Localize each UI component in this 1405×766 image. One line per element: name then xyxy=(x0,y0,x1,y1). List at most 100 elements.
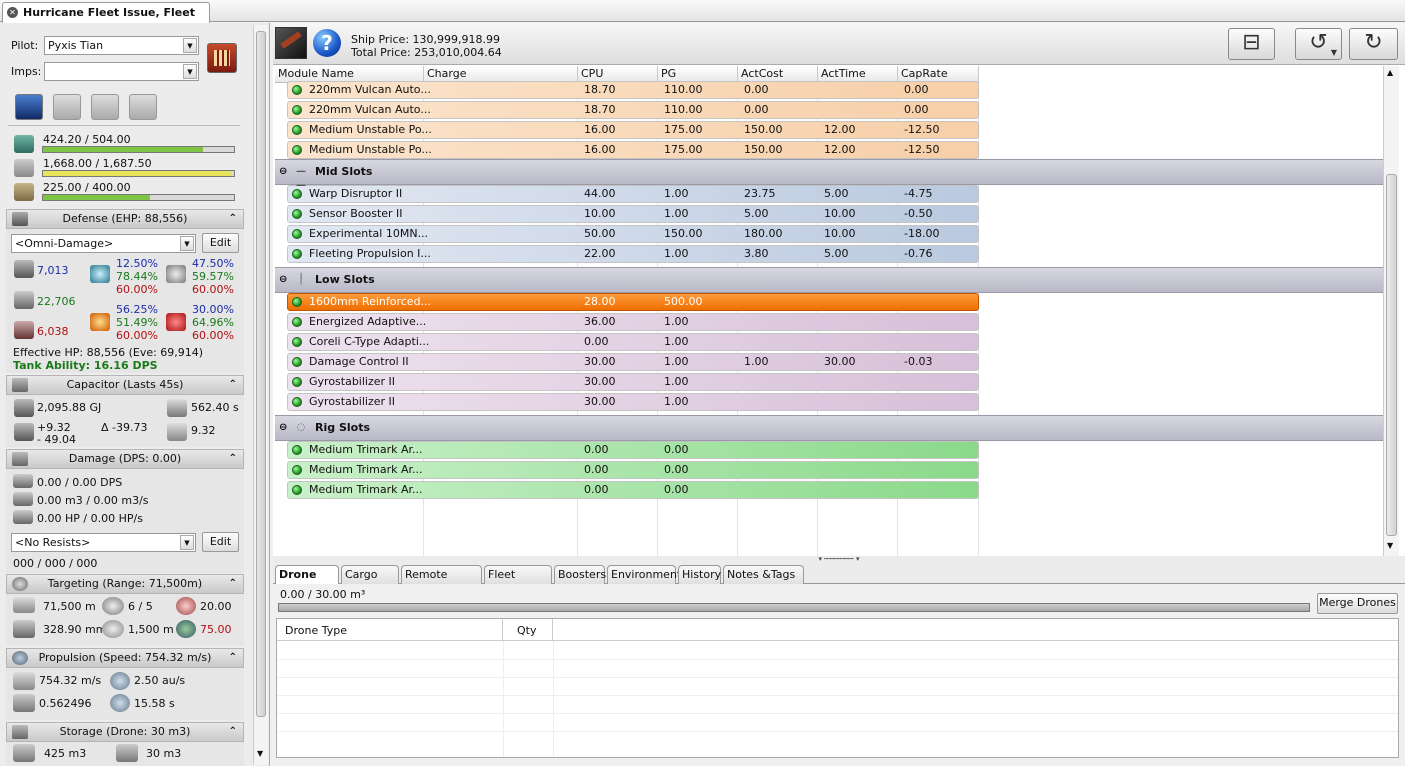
tab-boosters[interactable]: Boosters xyxy=(554,565,606,584)
tab-environment[interactable]: Environment xyxy=(607,565,681,584)
module-state-icon[interactable] xyxy=(292,337,302,347)
armor-hp-icon xyxy=(14,291,34,309)
damage-stats-icon[interactable] xyxy=(91,94,119,120)
fit-tab[interactable]: ✕ Hurricane Fleet Issue, Fleet Cane xyxy=(2,2,210,38)
tab-cargo-bay[interactable]: Cargo Bay xyxy=(341,565,399,598)
ship-icon[interactable] xyxy=(275,27,307,59)
module-pg: 1.00 xyxy=(664,335,689,348)
module-state-icon[interactable] xyxy=(292,445,302,455)
module-row[interactable]: Coreli C-Type Adapti... 0.00 1.00 xyxy=(287,333,979,351)
scroll-up-icon[interactable]: ▲ xyxy=(1387,68,1393,77)
scroll-down-icon[interactable]: ▼ xyxy=(1387,541,1393,550)
module-row[interactable]: Energized Adaptive... 36.00 1.00 xyxy=(287,313,979,331)
collapse-icon[interactable]: ⌃ xyxy=(229,575,237,593)
module-row[interactable]: Medium Trimark Ar... 0.00 0.00 xyxy=(287,461,979,479)
close-tab-icon[interactable]: ✕ xyxy=(7,7,18,18)
scrollbar-thumb[interactable] xyxy=(1386,174,1397,536)
module-state-icon[interactable] xyxy=(292,209,302,219)
tab-notes-tags[interactable]: Notes &Tags xyxy=(723,565,804,584)
module-row[interactable]: Warp Disruptor II 44.00 1.00 23.75 5.00 -4.75 xyxy=(287,185,979,203)
edit-damage-profile-button[interactable]: Edit xyxy=(202,233,239,253)
collapse-icon[interactable]: ⌃ xyxy=(229,450,237,468)
module-state-icon[interactable] xyxy=(292,317,302,327)
module-state-icon[interactable] xyxy=(292,85,302,95)
capacitor-section-header[interactable]: Capacitor (Lasts 45s) ⌃ xyxy=(6,375,244,395)
module-state-icon[interactable] xyxy=(292,105,302,115)
redo-icon: ↻ xyxy=(1364,30,1383,55)
rig-slots-rack[interactable]: ⊖ ◌ Rig Slots xyxy=(275,415,1383,441)
collapse-icon[interactable]: ⌃ xyxy=(229,376,237,394)
tab-history[interactable]: History xyxy=(678,565,721,584)
module-row[interactable]: Damage Control II 30.00 1.00 1.00 30.00 -0.03 xyxy=(287,353,979,371)
ship-stats-icon[interactable] xyxy=(53,94,81,120)
module-row[interactable]: Experimental 10MN... 50.00 150.00 180.00 10.… xyxy=(287,225,979,243)
module-row[interactable]: Sensor Booster II 10.00 1.00 5.00 10.00 -0.50 xyxy=(287,205,979,223)
low-slots-rack[interactable]: ⊖ │ Low Slots xyxy=(275,267,1383,293)
module-time: 12.00 xyxy=(824,143,856,156)
module-row[interactable]: 1600mm Reinforced... 28.00 500.00 xyxy=(287,293,979,311)
storage-section-header[interactable]: Storage (Drone: 30 m3) ⌃ xyxy=(6,722,244,742)
module-pg: 175.00 xyxy=(664,143,703,156)
mid-slots-rack[interactable]: ⊖ — — Mid Slots xyxy=(275,159,1383,191)
collapse-icon[interactable]: ⊖ xyxy=(279,416,287,440)
toggle-view-button[interactable]: ⊟ xyxy=(1228,28,1275,60)
character-editor-icon[interactable] xyxy=(207,43,237,73)
module-row[interactable]: Gyrostabilizer II 30.00 1.00 xyxy=(287,393,979,411)
merge-drones-button[interactable]: Merge Drones xyxy=(1317,593,1398,614)
scroll-down-icon[interactable]: ▼ xyxy=(257,749,263,758)
undo-button[interactable]: ↺ ▼ xyxy=(1295,28,1342,60)
row-line xyxy=(277,677,1398,678)
targeting-section-header[interactable]: Targeting (Range: 71,500m) ⌃ xyxy=(6,574,244,594)
module-row[interactable]: Medium Unstable Po... 16.00 175.00 150.00 12… xyxy=(287,121,979,139)
module-state-icon[interactable] xyxy=(292,125,302,135)
module-state-icon[interactable] xyxy=(292,297,302,307)
collapse-icon[interactable]: ⊖ xyxy=(279,160,287,184)
module-state-icon[interactable] xyxy=(292,249,302,259)
modules-scrollbar[interactable]: ▲ ▼ xyxy=(1383,66,1399,556)
tab-remote-effects[interactable]: Remote Effects xyxy=(401,565,482,598)
redo-button[interactable]: ↻ xyxy=(1349,28,1398,60)
panel-splitter[interactable]: ▾ ┅┅┅┅┅┅┅ ▾ xyxy=(273,556,1405,564)
help-icon[interactable]: ? xyxy=(313,29,341,57)
implants-select[interactable]: ▼ xyxy=(44,62,199,81)
collapse-icon[interactable]: ⌃ xyxy=(229,723,237,741)
module-row[interactable]: Medium Unstable Po... 16.00 175.00 150.00 12… xyxy=(287,141,979,159)
damage-section-header[interactable]: Damage (DPS: 0.00) ⌃ xyxy=(6,449,244,469)
module-row[interactable]: Medium Trimark Ar... 0.00 0.00 xyxy=(287,481,979,499)
pilot-stats-icon[interactable] xyxy=(15,94,43,120)
capacitor-stats-icon[interactable] xyxy=(129,94,157,120)
module-cpu: 0.00 xyxy=(584,483,609,496)
module-row[interactable]: Gyrostabilizer II 30.00 1.00 xyxy=(287,373,979,391)
module-cpu: 18.70 xyxy=(584,103,616,116)
storage-icon xyxy=(12,725,28,739)
module-name: Medium Trimark Ar... xyxy=(309,463,423,476)
pilot-select[interactable]: Pyxis Tian ▼ xyxy=(44,36,199,55)
module-state-icon[interactable] xyxy=(292,145,302,155)
tab-drone-bay[interactable]: Drone Bay xyxy=(275,565,339,598)
col-drone-qty[interactable]: Qty xyxy=(503,619,553,641)
collapse-icon[interactable]: ⌃ xyxy=(229,649,237,667)
module-cpu: 18.70 xyxy=(584,83,616,96)
module-row[interactable]: Fleeting Propulsion I... 22.00 1.00 3.80 5.0… xyxy=(287,245,979,263)
damage-profile-select[interactable]: <Omni-Damage> ▼ xyxy=(11,234,196,253)
module-row[interactable]: 220mm Vulcan Auto... 18.70 110.00 0.00 0.00 xyxy=(287,101,979,119)
module-state-icon[interactable] xyxy=(292,229,302,239)
propulsion-section-header[interactable]: Propulsion (Speed: 754.32 m/s) ⌃ xyxy=(6,648,244,668)
tab-fleet-effects[interactable]: Fleet Effects xyxy=(484,565,552,598)
col-drone-type[interactable]: Drone Type xyxy=(277,619,503,641)
defense-section-header[interactable]: Defense (EHP: 88,556) ⌃ xyxy=(6,209,244,229)
module-state-icon[interactable] xyxy=(292,397,302,407)
module-state-icon[interactable] xyxy=(292,465,302,475)
target-resists-select[interactable]: <No Resists> ▼ xyxy=(11,533,196,552)
stats-scrollbar[interactable]: ▼ xyxy=(253,25,268,765)
module-state-icon[interactable] xyxy=(292,377,302,387)
module-state-icon[interactable] xyxy=(292,485,302,495)
module-state-icon[interactable] xyxy=(292,357,302,367)
scrollbar-thumb[interactable] xyxy=(256,31,266,717)
chevron-down-icon: ▼ xyxy=(1330,48,1337,57)
module-row[interactable]: Medium Trimark Ar... 0.00 0.00 xyxy=(287,441,979,459)
collapse-icon[interactable]: ⌃ xyxy=(229,210,237,228)
module-row[interactable]: 220mm Vulcan Auto... 18.70 110.00 0.00 0.00 xyxy=(287,81,979,99)
edit-target-resists-button[interactable]: Edit xyxy=(202,532,239,552)
collapse-icon[interactable]: ⊖ xyxy=(279,268,287,292)
